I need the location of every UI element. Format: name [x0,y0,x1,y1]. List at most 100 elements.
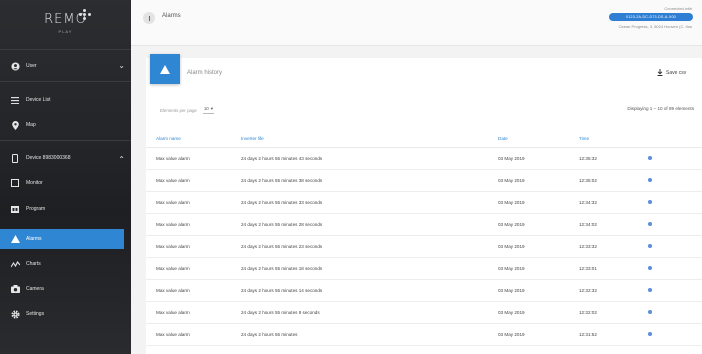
chevron-down-icon: ⌄ [118,61,125,70]
column-header-action [646,131,702,148]
cell-inverter-life: 24 days 2 hours 55 minutes 14 seconds [241,279,498,302]
per-page-select[interactable]: 10 ▾ [202,106,214,114]
sidebar-item-device[interactable]: Device 8983000368 ⌃ [0,148,131,168]
details-icon[interactable] [648,221,652,226]
details-icon[interactable] [648,309,652,314]
warning-icon [160,64,170,74]
cell-inverter-life: 24 days 2 hours 55 minutes 33 seconds [241,191,498,214]
cell-alarm-name: Max value alarm [146,191,241,214]
table-row[interactable]: Max value alarm 24 days 2 hours 55 minut… [146,257,702,280]
cell-inverter-life: 24 days 2 hours 55 minutes 43 seconds [241,147,498,170]
per-page-value: 10 [203,106,209,111]
connection-label: Connected with [664,6,692,11]
table-row[interactable]: Max value alarm 24 days 2 hours 55 minut… [146,169,702,192]
sidebar-item-label: Device 8983000368 [26,155,71,161]
cell-inverter-life: 24 days 2 hours 55 minutes 8 seconds [241,301,498,324]
download-icon [657,69,663,76]
cell-alarm-name: Max value alarm [146,301,241,324]
cell-date: 03 May 2019 [498,213,579,236]
sidebar-item-map[interactable]: Map [0,115,131,135]
column-header-inverter-life[interactable]: Inverter life [241,131,498,148]
brand-logo[interactable]: REMO PLAY [0,0,131,46]
map-pin-icon [10,120,20,130]
cell-alarm-name: Max value alarm [146,279,241,302]
alarm-table: Alarm name Inverter life Date Time Max v… [146,131,702,346]
cell-time: 12:31:52 [579,323,646,346]
cell-alarm-name: Max value alarm [146,147,241,170]
top-header: Alarms Connected with 0123-2A-DC-D73-DS-… [131,0,702,46]
card-title: Alarm history [187,70,223,76]
cell-date: 03 May 2019 [498,191,579,214]
cell-inverter-life: 24 days 2 hours 55 minutes 38 seconds [241,169,498,192]
cell-alarm-name: Max value alarm [146,257,241,280]
brand-sub: PLAY [58,29,73,34]
details-icon[interactable] [648,331,652,336]
cell-time: 12:33:32 [579,235,646,258]
sidebar-item-label: Device List [26,97,51,103]
cell-time: 12:35:32 [579,147,646,170]
list-icon [10,95,20,105]
save-csv-label: Save csv [666,69,687,76]
details-icon[interactable] [648,155,652,160]
chart-icon [10,259,20,269]
device-icon [10,153,20,163]
gear-icon [10,309,20,319]
column-header-date[interactable]: Date [498,131,579,148]
sidebar-item-label: Charts [26,261,41,267]
details-icon[interactable] [648,265,652,270]
column-header-time[interactable]: Time [579,131,646,148]
table-row[interactable]: Max value alarm 24 days 2 hours 55 minut… [146,235,702,258]
table-row[interactable]: Max value alarm 24 days 2 hours 55 minut… [146,279,702,302]
connection-badge[interactable]: 0123-2A-DC-D73-DS-A-X00 [609,13,693,21]
details-icon[interactable] [648,287,652,292]
cell-date: 03 May 2019 [498,301,579,324]
sidebar-item-label: Camera [26,286,44,292]
cell-date: 03 May 2019 [498,235,579,258]
cell-inverter-life: 24 days 2 hours 55 minutes 18 seconds [241,257,498,280]
sidebar-item-settings[interactable]: Settings [0,304,131,324]
cell-date: 03 May 2019 [498,279,579,302]
cell-alarm-name: Max value alarm [146,323,241,346]
sidebar-item-label: Settings [26,311,45,317]
cell-inverter-life: 24 days 2 hours 55 minutes 28 seconds [241,213,498,236]
table-row[interactable]: Max value alarm 24 days 2 hours 55 minut… [146,191,702,214]
details-icon[interactable] [648,199,652,204]
table-row[interactable]: Max value alarm 24 days 2 hours 55 minut… [146,323,702,346]
sidebar-item-charts[interactable]: Charts [0,254,131,274]
sidebar-item-camera[interactable]: Camera [0,279,131,299]
table-row[interactable]: Max value alarm 24 days 2 hours 55 minut… [146,301,702,324]
details-icon[interactable] [648,243,652,248]
cell-alarm-name: Max value alarm [146,213,241,236]
sidebar-item-user[interactable]: User ⌄ [0,56,131,76]
menu-toggle-button[interactable] [143,12,155,24]
column-header-alarm-name[interactable]: Alarm name [146,131,241,148]
cell-alarm-name: Max value alarm [146,235,241,258]
sidebar-item-label: User [26,63,37,69]
cell-date: 03 May 2019 [498,169,579,192]
cell-date: 03 May 2019 [498,147,579,170]
sidebar-item-label: Program [26,206,46,212]
caret-down-icon: ▾ [210,106,213,111]
user-icon [10,61,20,71]
sidebar-item-label: Alarms [26,236,42,242]
details-icon[interactable] [648,177,652,182]
sidebar-item-alarms[interactable]: Alarms [0,229,124,249]
save-csv-button[interactable]: Save csv [657,69,686,76]
cell-alarm-name: Max value alarm [146,169,241,192]
sidebar-item-program[interactable]: Program [0,199,131,219]
sidebar: REMO PLAY User ⌄ Device List Map Device … [0,0,131,354]
pagination-info: Displaying 1 – 10 of 89 elements [627,106,694,111]
table-row[interactable]: Max value alarm 24 days 2 hours 55 minut… [146,147,702,170]
brand-dots-icon [79,9,91,21]
page-title: Alarms [162,13,181,19]
location-text: Ocean Progress, 3, 8024 Hooven (C. Itus [618,24,692,29]
cell-inverter-life: 24 days 2 hours 55 minutes [241,323,498,346]
table-row[interactable]: Max value alarm 24 days 2 hours 55 minut… [146,213,702,236]
cell-date: 03 May 2019 [498,257,579,280]
sidebar-item-monitor[interactable]: Monitor [0,173,131,193]
cell-time: 12:33:01 [579,257,646,280]
camera-icon [10,284,20,294]
cell-time: 12:34:32 [579,191,646,214]
sidebar-item-device-list[interactable]: Device List [0,90,131,110]
table-header-row: Alarm name Inverter life Date Time [146,131,702,148]
